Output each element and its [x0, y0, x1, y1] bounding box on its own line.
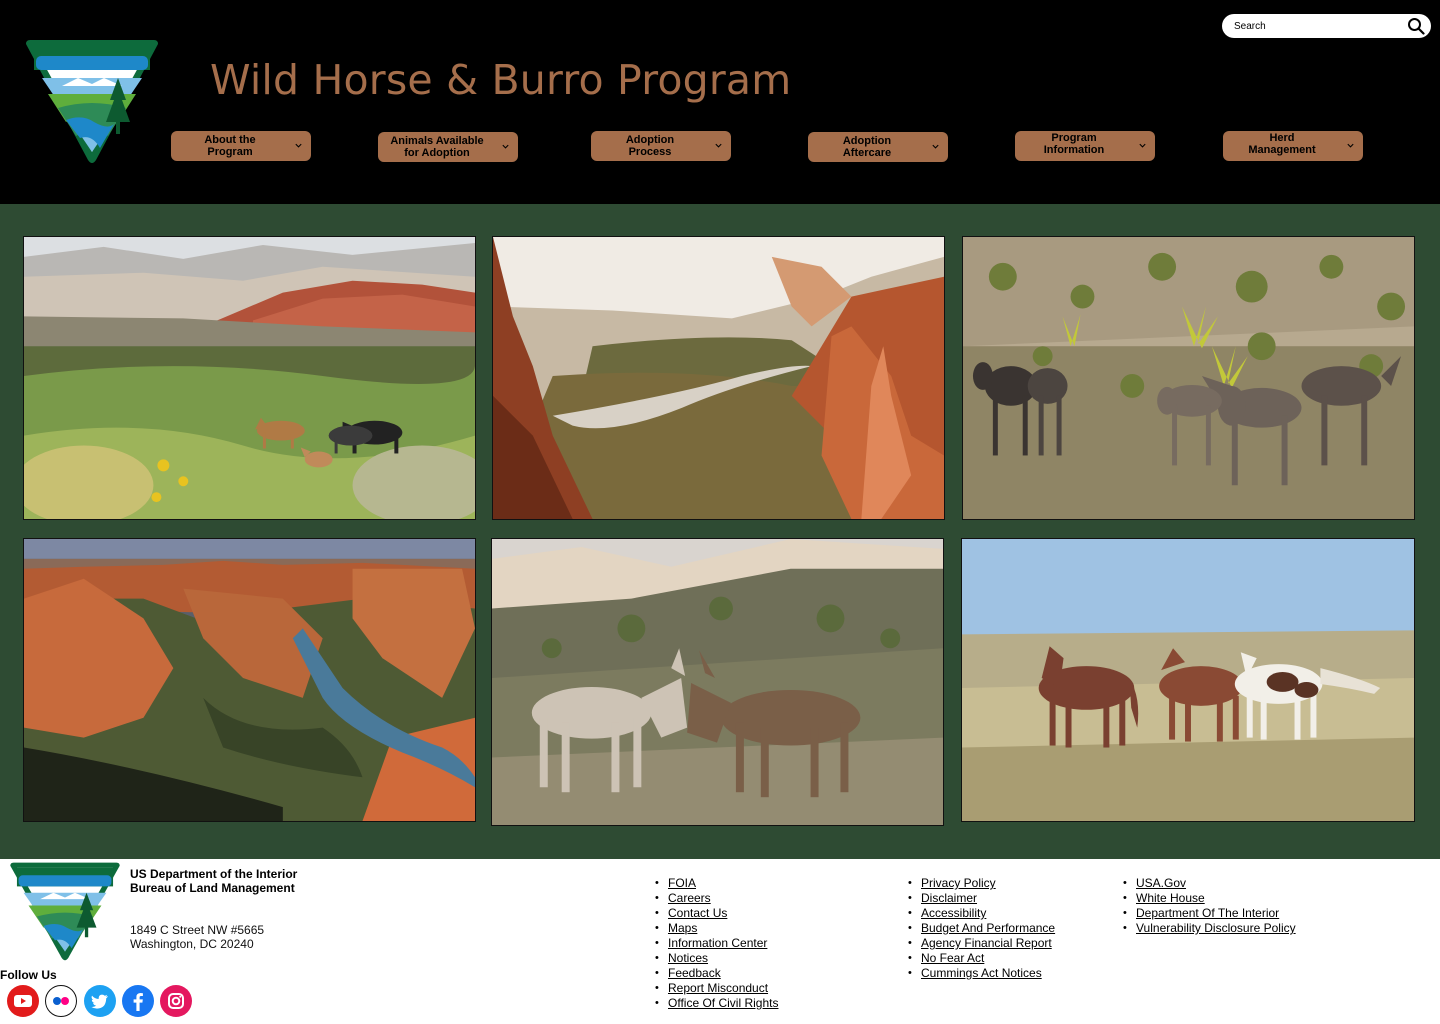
nav-herd-management[interactable]: Herd Management: [1223, 131, 1363, 161]
list-item: USA.Gov: [1123, 876, 1296, 891]
list-item: Agency Financial Report: [908, 936, 1055, 951]
list-item: Privacy Policy: [908, 876, 1055, 891]
footer-link-information-center[interactable]: Information Center: [668, 936, 767, 950]
chevron-down-icon: [1139, 143, 1146, 148]
list-item: Careers: [655, 891, 778, 906]
footer-link-notices[interactable]: Notices: [668, 951, 708, 965]
photo-burros-in-desert[interactable]: [962, 236, 1415, 520]
nav-label-line1: Program: [1051, 132, 1097, 144]
photo-horses-on-grassland[interactable]: [961, 538, 1415, 822]
footer-link-disclaimer[interactable]: Disclaimer: [921, 891, 977, 905]
footer-link-white-house[interactable]: White House: [1136, 891, 1205, 905]
footer-link-department-of-the-interior[interactable]: Department Of The Interior: [1136, 906, 1279, 920]
nav-label-line1: Adoption: [625, 134, 675, 146]
footer-link-agency-financial-report[interactable]: Agency Financial Report: [921, 936, 1052, 950]
chevron-down-icon: [715, 143, 722, 148]
list-item: Maps: [655, 921, 778, 936]
footer-links-column-2: Privacy Policy Disclaimer Accessibility …: [908, 876, 1055, 981]
footer-link-office-of-civil-rights[interactable]: Office Of Civil Rights: [668, 996, 778, 1010]
footer-link-accessibility[interactable]: Accessibility: [921, 906, 986, 920]
blm-logo-icon[interactable]: [22, 38, 162, 164]
photo-canyon-road[interactable]: [492, 236, 945, 520]
list-item: Contact Us: [655, 906, 778, 921]
site-header: Wild Horse & Burro Program About theProg…: [0, 0, 1440, 204]
footer-link-vulnerability-disclosure-policy[interactable]: Vulnerability Disclosure Policy: [1136, 921, 1296, 935]
footer-link-budget-and-performance[interactable]: Budget And Performance: [921, 921, 1055, 935]
footer-org-line2: Bureau of Land Management: [130, 881, 295, 895]
footer-link-usa-gov[interactable]: USA.Gov: [1136, 876, 1186, 890]
nav-about-program[interactable]: About the Program: [171, 131, 311, 161]
facebook-icon[interactable]: [122, 985, 154, 1017]
youtube-icon[interactable]: [7, 985, 39, 1017]
list-item: Notices: [655, 951, 778, 966]
nav-label-line1: Animals Available: [390, 135, 484, 147]
footer-link-careers[interactable]: Careers: [668, 891, 711, 905]
list-item: White House: [1123, 891, 1296, 906]
follow-us-label: Follow Us: [0, 968, 57, 982]
list-item: FOIA: [655, 876, 778, 891]
list-item: Report Misconduct: [655, 981, 778, 996]
blm-logo-icon[interactable]: [7, 861, 123, 961]
list-item: Information Center: [655, 936, 778, 951]
list-item: No Fear Act: [908, 951, 1055, 966]
footer-link-cummings-act-notices[interactable]: Cummings Act Notices: [921, 966, 1042, 980]
page-title: Wild Horse & Burro Program: [210, 56, 792, 104]
footer-links-column-3: USA.Gov White House Department Of The In…: [1123, 876, 1296, 936]
nav-label-line1: Herd: [1269, 132, 1295, 144]
nav-label-line2: for Adoption: [404, 147, 470, 159]
chevron-down-icon: [932, 144, 939, 149]
footer-link-privacy-policy[interactable]: Privacy Policy: [921, 876, 996, 890]
footer-links-column-1: FOIA Careers Contact Us Maps Information…: [655, 876, 778, 1011]
nav-adoption-aftercare[interactable]: Adoption Aftercare: [808, 132, 948, 162]
footer-link-no-fear-act[interactable]: No Fear Act: [921, 951, 984, 965]
nav-label-line2: Program: [207, 146, 253, 158]
list-item: Disclaimer: [908, 891, 1055, 906]
instagram-icon[interactable]: [160, 985, 192, 1017]
list-item: Budget And Performance: [908, 921, 1055, 936]
photo-gallery: [0, 204, 1440, 859]
nav-label-line2: Process: [628, 146, 672, 158]
photo-horses-in-meadow[interactable]: [23, 236, 476, 520]
chevron-down-icon: [295, 143, 302, 148]
twitter-icon[interactable]: [84, 985, 116, 1017]
list-item: Department Of The Interior: [1123, 906, 1296, 921]
footer-address-line2: Washington, DC 20240: [130, 937, 254, 951]
nav-program-information[interactable]: Program Information: [1015, 131, 1155, 161]
nav-label-line1: Adoption: [842, 135, 892, 147]
chevron-down-icon: [502, 144, 509, 149]
footer-link-feedback[interactable]: Feedback: [668, 966, 721, 980]
footer-link-maps[interactable]: Maps: [668, 921, 697, 935]
search-icon[interactable]: [1407, 17, 1425, 35]
flickr-icon[interactable]: [45, 985, 77, 1017]
nav-label-line2: Aftercare: [842, 147, 892, 159]
list-item: Feedback: [655, 966, 778, 981]
list-item: Office Of Civil Rights: [655, 996, 778, 1011]
footer-link-report-misconduct[interactable]: Report Misconduct: [668, 981, 768, 995]
nav-adoption-process[interactable]: Adoption Process: [591, 131, 731, 161]
footer-org-line1: US Department of the Interior: [130, 867, 298, 881]
search-box: [1222, 14, 1431, 38]
footer-link-contact-us[interactable]: Contact Us: [668, 906, 727, 920]
nav-label-line2: Management: [1248, 144, 1316, 156]
search-input[interactable]: [1234, 18, 1404, 34]
photo-river-canyon[interactable]: [23, 538, 476, 822]
list-item: Accessibility: [908, 906, 1055, 921]
footer-address-line1: 1849 C Street NW #5665: [130, 923, 265, 937]
photo-two-burros[interactable]: [491, 538, 944, 826]
nav-label-line1: About the: [204, 134, 256, 146]
site-footer: US Department of the Interior Bureau of …: [0, 859, 1440, 1024]
list-item: Cummings Act Notices: [908, 966, 1055, 981]
footer-link-foia[interactable]: FOIA: [668, 876, 696, 890]
nav-animals-available[interactable]: Animals Available for Adoption: [378, 132, 518, 162]
list-item: Vulnerability Disclosure Policy: [1123, 921, 1296, 936]
chevron-down-icon: [1347, 143, 1354, 148]
nav-label-line2: Information: [1043, 144, 1105, 156]
